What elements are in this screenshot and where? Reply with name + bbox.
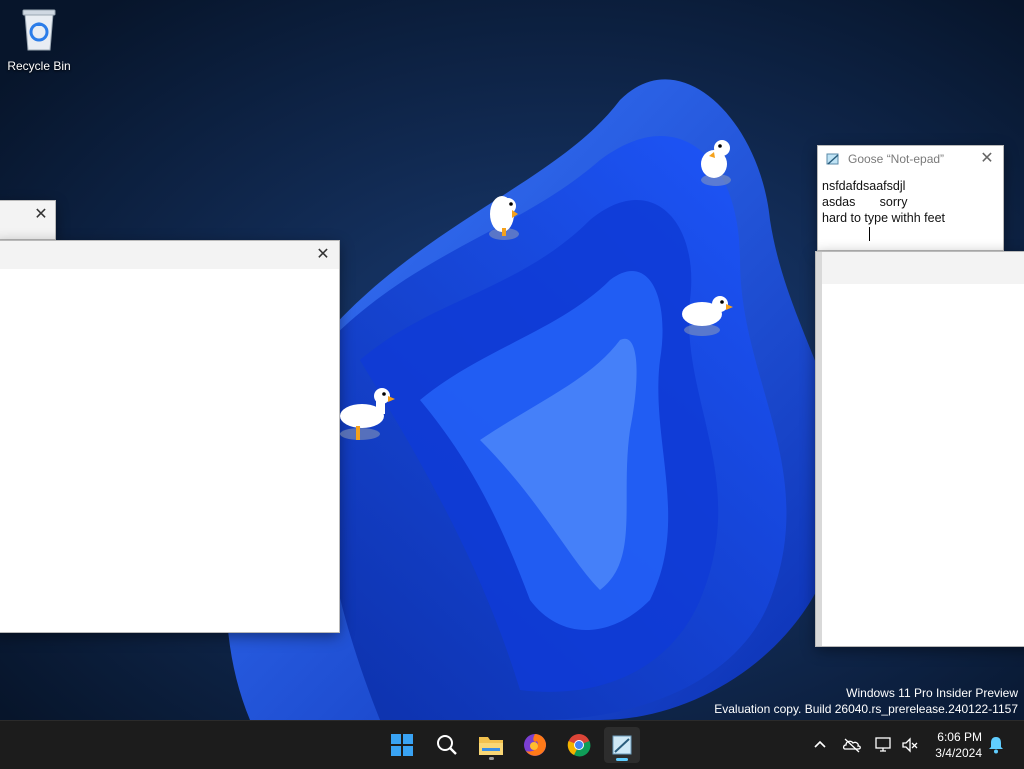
volume-muted-icon[interactable] <box>901 737 919 753</box>
evaluation-watermark: Windows 11 Pro Insider Preview Evaluatio… <box>714 685 1018 717</box>
text-line: nsfdafdsaafsdjl <box>822 179 906 193</box>
file-explorer-button[interactable] <box>473 727 509 763</box>
active-indicator <box>616 758 628 761</box>
partial-window-small[interactable]: ✕ <box>0 201 55 239</box>
firefox-icon <box>524 734 546 756</box>
onedrive-offline-icon[interactable] <box>842 737 862 753</box>
recycle-bin[interactable]: Recycle Bin <box>4 6 74 73</box>
window-title: Goose “Not-epad” <box>848 152 945 166</box>
taskbar: 6:06 PM 3/4/2024 <box>0 720 1024 769</box>
start-icon <box>391 734 413 756</box>
running-indicator <box>489 757 494 760</box>
network-icon[interactable] <box>875 737 893 753</box>
firefox-button[interactable] <box>517 727 553 763</box>
chrome-icon <box>567 734 591 757</box>
recycle-bin-label: Recycle Bin <box>7 59 71 73</box>
goose-icon <box>489 196 519 240</box>
watermark-line-1: Windows 11 Pro Insider Preview <box>846 686 1018 700</box>
goose-icon <box>701 140 731 186</box>
recycle-bin-icon <box>22 9 56 51</box>
notification-bell-icon[interactable] <box>988 736 1004 754</box>
text-line: hard to type withh feet <box>822 211 945 225</box>
text-line: asdas sorry <box>822 195 908 209</box>
notepad-icon <box>612 735 632 755</box>
notepad-taskbar-button[interactable] <box>604 727 640 763</box>
notepad-icon <box>826 153 839 165</box>
goose-notepad-window[interactable]: Goose “Not-epad” ✕ nsfdafdsaafsdjl asdas… <box>818 146 1003 250</box>
text-cursor <box>869 227 870 241</box>
close-icon[interactable]: ✕ <box>979 151 995 167</box>
blank-window-left[interactable]: ✕ <box>0 241 339 632</box>
clock-date: 3/4/2024 <box>935 746 982 760</box>
goose-icon <box>682 296 733 336</box>
desktop: Recycle Bin ✕ ✕ Goose “Not-epad” ✕ nsfda… <box>0 0 1024 720</box>
close-icon[interactable]: ✕ <box>315 247 331 263</box>
clock-time: 6:06 PM <box>937 730 982 744</box>
search-button[interactable] <box>429 727 465 763</box>
watermark-line-2: Evaluation copy. Build 26040.rs_prerelea… <box>714 702 1018 716</box>
blank-window-right[interactable] <box>816 252 1024 646</box>
search-icon <box>437 735 457 755</box>
goose-icon <box>340 388 395 440</box>
file-explorer-icon <box>479 737 503 755</box>
window-titlebar[interactable] <box>822 252 1024 284</box>
window-titlebar[interactable]: Goose “Not-epad” ✕ <box>818 146 1003 172</box>
window-titlebar[interactable]: ✕ <box>0 241 339 269</box>
start-button[interactable] <box>384 727 420 763</box>
system-clock[interactable]: 6:06 PM 3/4/2024 <box>935 729 982 761</box>
chrome-button[interactable] <box>561 727 597 763</box>
chevron-up-icon[interactable] <box>813 737 827 751</box>
text-area[interactable]: nsfdafdsaafsdjl asdas sorry hard to type… <box>818 176 1003 250</box>
close-icon[interactable]: ✕ <box>33 207 49 223</box>
